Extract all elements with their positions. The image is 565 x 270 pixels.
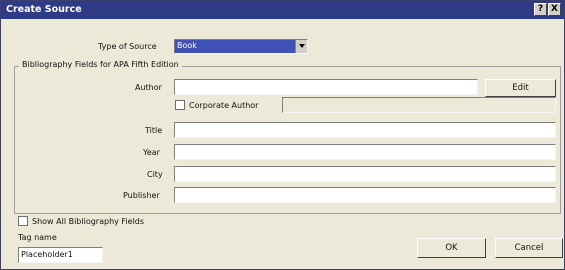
city-input[interactable]	[174, 166, 556, 182]
dropdown-arrow-icon[interactable]	[295, 40, 307, 53]
corporate-author-label: Corporate Author	[189, 101, 259, 110]
tag-name-input-value: Placeholder1	[21, 250, 73, 259]
tag-name-input[interactable]: Placeholder1	[18, 247, 103, 263]
publisher-input[interactable]	[174, 187, 556, 203]
corporate-author-input	[282, 97, 556, 113]
type-of-source-value: Book	[175, 40, 295, 53]
dialog-title: Create Source	[6, 4, 82, 15]
title-label: Title	[145, 126, 163, 135]
author-edit-button-label: Edit	[512, 83, 529, 93]
help-button[interactable]: ?	[534, 3, 547, 16]
title-bar: Create Source ? X	[1, 1, 564, 19]
type-of-source-label: Type of Source	[98, 42, 157, 51]
type-of-source-select[interactable]: Book	[174, 39, 308, 54]
bibliography-fields-group-title: Bibliography Fields for APA Fifth Editio…	[19, 60, 182, 69]
create-source-dialog: Create Source ? X Type of Source Book Bi…	[0, 0, 565, 270]
cancel-button-label: Cancel	[514, 243, 544, 253]
ok-button[interactable]: OK	[417, 238, 486, 258]
corporate-author-checkbox[interactable]	[175, 100, 185, 110]
close-button[interactable]: X	[548, 3, 561, 16]
type-of-source-label-text: Type of Source	[98, 42, 157, 51]
publisher-label: Publisher	[123, 191, 160, 200]
author-label: Author	[135, 83, 162, 92]
city-label: City	[147, 170, 163, 179]
title-input[interactable]	[174, 122, 556, 138]
author-edit-button[interactable]: Edit	[485, 79, 556, 97]
show-all-fields-checkbox[interactable]	[18, 216, 28, 226]
ok-button-label: OK	[445, 243, 458, 253]
tag-name-label: Tag name	[18, 233, 57, 242]
cancel-button[interactable]: Cancel	[495, 238, 563, 258]
author-input[interactable]	[174, 79, 478, 95]
year-input[interactable]	[174, 144, 556, 160]
show-all-fields-label: Show All Bibliography Fields	[32, 217, 145, 226]
year-label: Year	[143, 148, 160, 157]
